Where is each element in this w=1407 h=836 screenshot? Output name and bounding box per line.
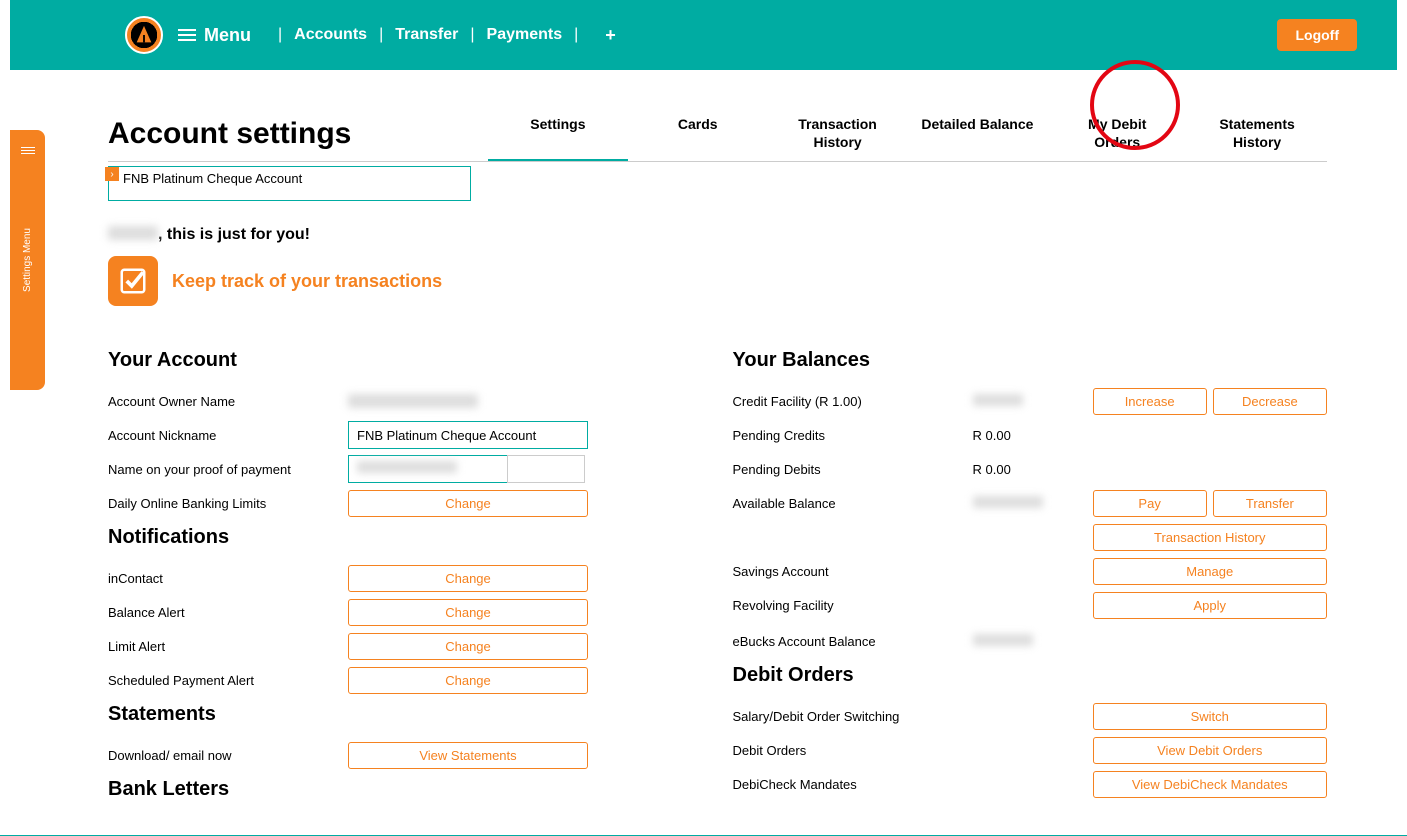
change-scheduled-alert-button[interactable]: Change	[348, 667, 588, 694]
plus-button[interactable]: +	[605, 25, 616, 46]
header-row: Account settings Settings Cards Transact…	[108, 105, 1327, 162]
change-limit-alert-button[interactable]: Change	[348, 633, 588, 660]
fnb-logo	[125, 16, 163, 54]
pending-debits-value: R 0.00	[973, 462, 1093, 477]
limit-alert-label: Limit Alert	[108, 639, 348, 654]
view-debit-orders-button[interactable]: View Debit Orders	[1093, 737, 1328, 764]
redacted-available	[973, 496, 1043, 508]
tab-statements-history[interactable]: Statements History	[1187, 105, 1327, 161]
scheduled-alert-label: Scheduled Payment Alert	[108, 673, 348, 688]
tab-detailed-balance[interactable]: Detailed Balance	[907, 105, 1047, 161]
account-selector[interactable]: › FNB Platinum Cheque Account	[108, 166, 471, 201]
pending-debits-label: Pending Debits	[733, 462, 973, 477]
increase-button[interactable]: Increase	[1093, 388, 1207, 415]
ebucks-label: eBucks Account Balance	[733, 634, 973, 649]
content: Account settings Settings Cards Transact…	[0, 70, 1407, 836]
page-title: Account settings	[108, 117, 488, 161]
nav-accounts[interactable]: Accounts	[294, 26, 367, 44]
tab-my-debit-orders[interactable]: My Debit Orders	[1047, 105, 1187, 161]
account-selector-value: FNB Platinum Cheque Account	[123, 171, 302, 186]
redacted-ebucks	[973, 634, 1033, 646]
change-limits-button[interactable]: Change	[348, 490, 588, 517]
greeting: , this is just for you!	[108, 226, 1327, 244]
transfer-button[interactable]: Transfer	[1213, 490, 1327, 517]
debicheck-label: DebiCheck Mandates	[733, 777, 973, 792]
limits-label: Daily Online Banking Limits	[108, 496, 348, 511]
hamburger-icon	[178, 26, 196, 44]
pay-button[interactable]: Pay	[1093, 490, 1207, 517]
checkbox-icon	[108, 256, 158, 306]
tab-transaction-history[interactable]: Transaction History	[768, 105, 908, 161]
menu-label: Menu	[204, 25, 251, 46]
promo-banner[interactable]: Keep track of your transactions	[108, 256, 1327, 306]
incontact-label: inContact	[108, 571, 348, 586]
tab-settings[interactable]: Settings	[488, 105, 628, 161]
proof-input-2[interactable]	[507, 455, 585, 483]
chevron-right-icon: ›	[105, 167, 119, 181]
tabs: Settings Cards Transaction History Detai…	[488, 105, 1327, 161]
owner-label: Account Owner Name	[108, 394, 348, 409]
change-balance-alert-button[interactable]: Change	[348, 599, 588, 626]
view-statements-button[interactable]: View Statements	[348, 742, 588, 769]
credit-facility-label: Credit Facility (R 1.00)	[733, 394, 973, 409]
download-label: Download/ email now	[108, 748, 348, 763]
redacted-name	[108, 226, 158, 240]
left-column: Your Account Account Owner Name Account …	[108, 341, 703, 815]
nav-payments[interactable]: Payments	[487, 26, 563, 44]
notifications-heading: Notifications	[108, 526, 703, 549]
savings-label: Savings Account	[733, 564, 973, 579]
bank-letters-heading: Bank Letters	[108, 778, 703, 801]
nav-transfer[interactable]: Transfer	[395, 26, 458, 44]
topbar: Menu | Accounts | Transfer | Payments | …	[10, 0, 1397, 70]
decrease-button[interactable]: Decrease	[1213, 388, 1327, 415]
nickname-label: Account Nickname	[108, 428, 348, 443]
debit-orders-heading: Debit Orders	[733, 664, 1328, 687]
pending-credits-label: Pending Credits	[733, 428, 973, 443]
salary-switch-label: Salary/Debit Order Switching	[733, 709, 973, 724]
promo-text: Keep track of your transactions	[172, 271, 442, 292]
redacted-owner	[348, 394, 478, 408]
view-debicheck-button[interactable]: View DebiCheck Mandates	[1093, 771, 1328, 798]
change-incontact-button[interactable]: Change	[348, 565, 588, 592]
your-account-heading: Your Account	[108, 349, 703, 372]
your-balances-heading: Your Balances	[733, 349, 1328, 372]
logoff-button[interactable]: Logoff	[1277, 19, 1357, 51]
redacted-credit	[973, 394, 1023, 406]
proof-input-1[interactable]	[348, 455, 508, 483]
proof-label: Name on your proof of payment	[108, 462, 348, 477]
pending-credits-value: R 0.00	[973, 428, 1093, 443]
menu-button[interactable]: Menu	[178, 25, 251, 46]
revolving-label: Revolving Facility	[733, 598, 973, 613]
balance-alert-label: Balance Alert	[108, 605, 348, 620]
tab-cards[interactable]: Cards	[628, 105, 768, 161]
debit-orders-label: Debit Orders	[733, 743, 973, 758]
transaction-history-button[interactable]: Transaction History	[1093, 524, 1328, 551]
apply-revolving-button[interactable]: Apply	[1093, 592, 1328, 619]
statements-heading: Statements	[108, 703, 703, 726]
right-column: Your Balances Credit Facility (R 1.00) I…	[733, 341, 1328, 815]
manage-savings-button[interactable]: Manage	[1093, 558, 1328, 585]
available-balance-label: Available Balance	[733, 496, 973, 511]
switch-button[interactable]: Switch	[1093, 703, 1328, 730]
nickname-input[interactable]	[348, 421, 588, 449]
